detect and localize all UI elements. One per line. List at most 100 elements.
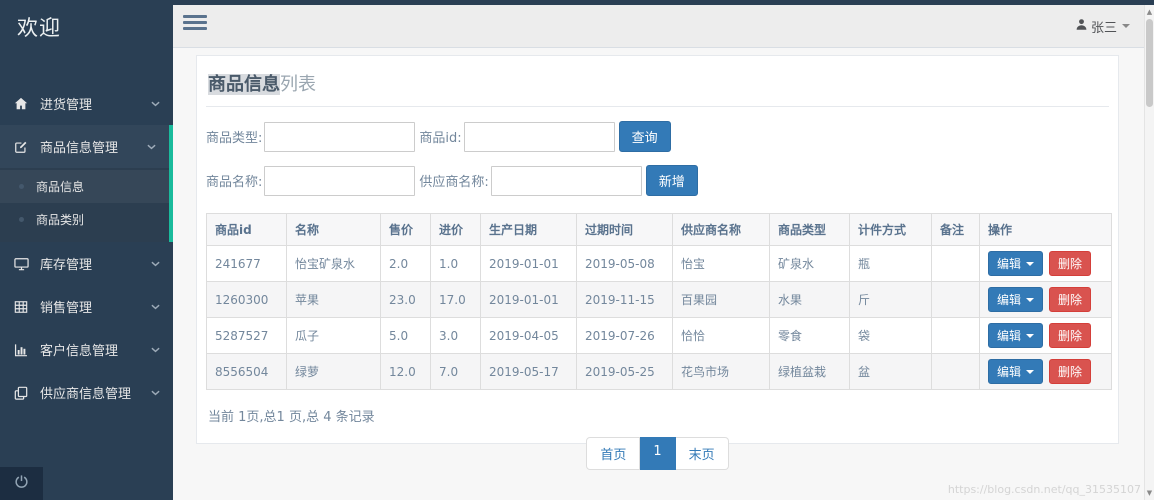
sidebar-item[interactable]: 供应商信息管理 bbox=[0, 371, 173, 414]
top-strip bbox=[0, 0, 1154, 5]
sidebar-footer bbox=[0, 467, 173, 500]
table-body: 241677 怡宝矿泉水 2.0 1.0 2019-01-01 2019-05-08 怡宝矿… bbox=[206, 245, 1112, 390]
sidebar-item[interactable]: 商品信息管理 bbox=[0, 125, 169, 168]
table-row: 1260300 苹果 23.0 17.0 2019-01-01 2019-11-15 百果园… bbox=[206, 281, 1112, 318]
sidebar-item[interactable]: 进货管理 bbox=[0, 82, 173, 125]
column-header: 过期时间 bbox=[576, 213, 673, 246]
scrollbar-thumb[interactable] bbox=[1146, 19, 1153, 107]
edit-button[interactable]: 编辑 bbox=[988, 359, 1044, 384]
product-id-input[interactable] bbox=[463, 121, 615, 152]
sidebar-menu: 进货管理商品信息管理商品信息商品类别库存管理销售管理客户信息管理 供应商信息管理 bbox=[0, 82, 173, 414]
table-cell bbox=[931, 353, 980, 390]
user-menu[interactable]: 张三 bbox=[1075, 5, 1130, 47]
table-cell: 花鸟市场 bbox=[672, 353, 770, 390]
actions-cell: 编辑 删除 bbox=[979, 281, 1112, 318]
table-cell: 2019-05-25 bbox=[576, 353, 673, 390]
main-content: 商品信息列表 商品类型: 商品id: 查询 商品名称: 供应商名称: 新增 商品… bbox=[173, 48, 1154, 500]
sidebar-brand: 欢迎 bbox=[17, 16, 61, 40]
column-header: 售价 bbox=[380, 213, 431, 246]
sidebar-item-label: 商品信息管理 bbox=[40, 141, 119, 156]
table-cell: 瓶 bbox=[849, 245, 932, 282]
edit-button[interactable]: 编辑 bbox=[988, 251, 1044, 276]
sidebar-item[interactable]: 客户信息管理 bbox=[0, 328, 173, 371]
actions-cell: 编辑 删除 bbox=[979, 317, 1112, 354]
column-header: 备注 bbox=[931, 213, 980, 246]
chevron-down-icon bbox=[1026, 369, 1035, 374]
edit-icon bbox=[13, 140, 39, 154]
column-header: 计件方式 bbox=[849, 213, 932, 246]
logout-button[interactable] bbox=[0, 467, 43, 500]
product-id-label: 商品id: bbox=[419, 131, 462, 146]
table-cell: 苹果 bbox=[286, 281, 381, 318]
table-cell: 恰恰 bbox=[672, 317, 770, 354]
scroll-up-icon[interactable]: ▲ bbox=[1145, 8, 1154, 16]
table-cell: 12.0 bbox=[380, 353, 431, 390]
table-cell: 5287527 bbox=[206, 317, 287, 354]
menu-toggle-button[interactable] bbox=[183, 15, 207, 33]
table-header-row: 商品id 名称 售价 进价 生产日期 过期时间 供应商名称 商品类型 计件方式 备注 操作 bbox=[206, 213, 1112, 246]
table-cell: 瓜子 bbox=[286, 317, 381, 354]
table-cell: 2019-05-08 bbox=[576, 245, 673, 282]
table-cell: 241677 bbox=[206, 245, 287, 282]
column-header: 操作 bbox=[979, 213, 1112, 246]
product-name-label: 商品名称: bbox=[206, 175, 263, 190]
delete-button[interactable]: 删除 bbox=[1049, 323, 1092, 348]
delete-button[interactable]: 删除 bbox=[1049, 251, 1092, 276]
sidebar-item[interactable]: 库存管理 bbox=[0, 242, 173, 285]
product-name-input[interactable] bbox=[264, 165, 416, 196]
supplier-name-input[interactable] bbox=[490, 165, 642, 196]
sidebar-item-label: 销售管理 bbox=[40, 301, 93, 316]
table-cell: 1260300 bbox=[206, 281, 287, 318]
chevron-down-icon bbox=[147, 144, 161, 150]
sidebar-subitem[interactable]: 商品信息 bbox=[0, 170, 169, 203]
scroll-down-icon[interactable]: ▼ bbox=[1145, 489, 1154, 497]
table-cell: 23.0 bbox=[380, 281, 431, 318]
chevron-down-icon bbox=[151, 101, 165, 107]
delete-button[interactable]: 删除 bbox=[1049, 287, 1092, 312]
table-cell: 袋 bbox=[849, 317, 932, 354]
add-button[interactable]: 新增 bbox=[645, 165, 698, 196]
table-cell: 百果园 bbox=[672, 281, 770, 318]
watermark-text: https://blog.csdn.net/qq_31535107 bbox=[947, 483, 1141, 496]
sidebar-menu-group: 客户信息管理 bbox=[0, 328, 173, 371]
first-page-button[interactable]: 首页 bbox=[586, 437, 641, 470]
vertical-scrollbar[interactable]: ▲ ▼ bbox=[1144, 5, 1154, 500]
search-form-row-2: 商品名称: 供应商名称: 新增 bbox=[206, 165, 1109, 196]
edit-button[interactable]: 编辑 bbox=[988, 323, 1044, 348]
last-page-button[interactable]: 末页 bbox=[675, 437, 729, 470]
sidebar-item-label: 进货管理 bbox=[40, 98, 93, 113]
column-header: 供应商名称 bbox=[672, 213, 770, 246]
table-row: 8556504 绿萝 12.0 7.0 2019-05-17 2019-05-25 花鸟市场… bbox=[206, 353, 1112, 390]
pagination: 首页 1 末页 bbox=[206, 437, 1109, 470]
sidebar-subitem[interactable]: 商品类别 bbox=[0, 203, 169, 236]
sidebar-subitem-label: 商品信息 bbox=[36, 180, 85, 194]
table-cell bbox=[931, 281, 980, 318]
table-cell: 零食 bbox=[769, 317, 850, 354]
table-cell: 怡宝矿泉水 bbox=[286, 245, 381, 282]
table-cell: 5.0 bbox=[380, 317, 431, 354]
user-icon bbox=[1075, 18, 1088, 35]
sidebar: 欢迎 进货管理商品信息管理商品信息商品类别库存管理销售管理客户信息管理 供应商信息… bbox=[0, 0, 173, 500]
delete-button[interactable]: 删除 bbox=[1049, 359, 1092, 384]
product-type-input[interactable] bbox=[264, 121, 416, 152]
chevron-down-icon bbox=[151, 304, 165, 310]
power-icon bbox=[14, 474, 29, 493]
chevron-down-icon bbox=[1122, 24, 1130, 28]
search-form-row-1: 商品类型: 商品id: 查询 bbox=[206, 121, 1109, 152]
sidebar-submenu: 商品信息 商品类别 bbox=[0, 168, 169, 242]
sidebar-item[interactable]: 销售管理 bbox=[0, 285, 173, 328]
table-cell: 2019-01-01 bbox=[480, 245, 577, 282]
current-page-button[interactable]: 1 bbox=[640, 437, 676, 470]
edit-button[interactable]: 编辑 bbox=[988, 287, 1044, 312]
username-label: 张三 bbox=[1090, 20, 1117, 36]
query-button[interactable]: 查询 bbox=[618, 121, 671, 152]
sidebar-subitem-label: 商品类别 bbox=[36, 213, 85, 227]
home-icon bbox=[13, 97, 39, 111]
table-cell: 2019-04-05 bbox=[480, 317, 577, 354]
table-cell: 17.0 bbox=[430, 281, 481, 318]
table-cell: 矿泉水 bbox=[769, 245, 850, 282]
bullet-icon bbox=[19, 184, 24, 189]
table-cell: 2.0 bbox=[380, 245, 431, 282]
copy-icon bbox=[13, 386, 39, 400]
chevron-down-icon bbox=[151, 390, 165, 396]
